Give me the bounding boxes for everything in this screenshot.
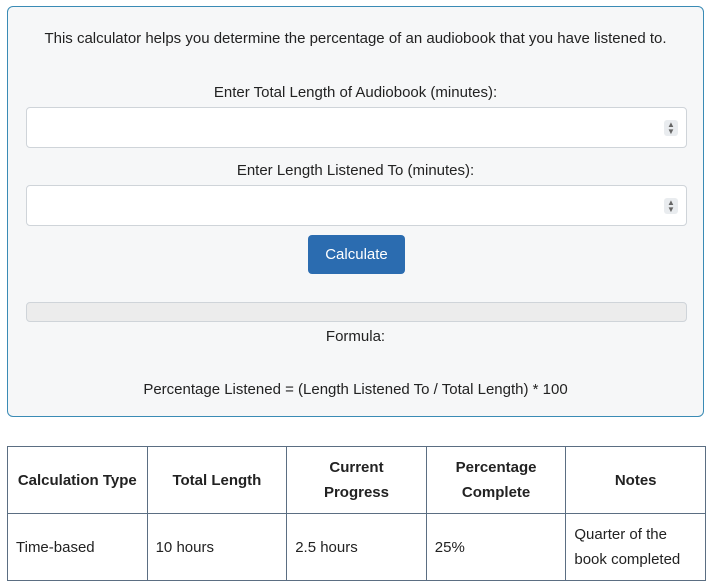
formula-label: Formula:	[325, 328, 386, 345]
header-percentage-complete: Percentage Complete	[425, 446, 567, 514]
total-length-label: Enter Total Length of Audiobook (minutes…	[213, 84, 498, 101]
calculate-button[interactable]: Calculate	[308, 235, 405, 274]
header-calculation-type: Calculation Type	[7, 446, 148, 514]
total-length-spinner-icon[interactable]: ▲ ▼	[664, 120, 678, 136]
header-notes: Notes	[565, 446, 706, 514]
header-total-length: Total Length	[146, 446, 288, 514]
table-header-row: Calculation Type Total Length Current Pr…	[7, 446, 706, 514]
header-current-progress: Current Progress	[286, 446, 427, 514]
info-table: Calculation Type Total Length Current Pr…	[7, 446, 706, 581]
intro-text: This calculator helps you determine the …	[44, 30, 667, 47]
total-length-input[interactable]	[35, 116, 659, 142]
listened-length-spinner-icon[interactable]: ▲ ▼	[664, 198, 678, 214]
listened-length-field[interactable]: ▲ ▼	[26, 185, 687, 226]
cell-notes: Quarter of the book completed	[565, 513, 706, 581]
result-display	[26, 302, 687, 322]
formula-text: Percentage Listened = (Length Listened T…	[143, 381, 568, 398]
cell-current-progress: 2.5 hours	[286, 513, 427, 581]
calculator-card: This calculator helps you determine the …	[7, 6, 704, 417]
total-length-field[interactable]: ▲ ▼	[26, 107, 687, 148]
listened-length-label: Enter Length Listened To (minutes):	[236, 162, 475, 179]
cell-total-length: 10 hours	[146, 513, 288, 581]
cell-percentage-complete: 25%	[425, 513, 567, 581]
table-row: Time-based 10 hours 2.5 hours 25% Quarte…	[7, 513, 706, 581]
cell-calculation-type: Time-based	[7, 513, 148, 581]
listened-length-input[interactable]	[35, 194, 659, 220]
